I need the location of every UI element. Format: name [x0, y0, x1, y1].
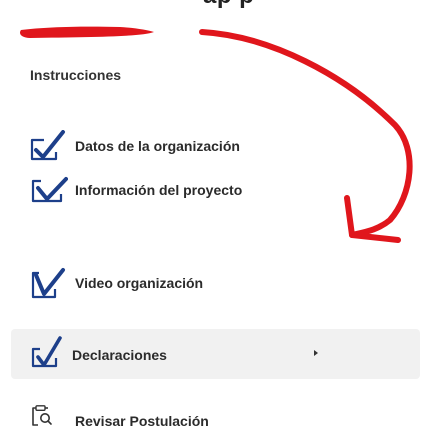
- sidebar-item-declaraciones[interactable]: Declaraciones: [11, 329, 420, 379]
- sidebar-item-label: Revisar Postulación: [75, 413, 209, 429]
- sidebar-item-label: Video organización: [75, 275, 204, 291]
- sidebar-item-datos-organizacion[interactable]: Datos de la organización: [0, 121, 420, 171]
- partial-page-title: ap p: [203, 0, 254, 10]
- cut-off-header: ap p: [0, 0, 433, 20]
- check-box-icon: [31, 336, 62, 368]
- check-box-icon: [30, 130, 65, 161]
- sidebar-item-informacion-proyecto[interactable]: Información del proyecto: [0, 165, 420, 215]
- check-box-icon: [31, 177, 68, 203]
- section-title-instrucciones: Instrucciones: [30, 67, 122, 83]
- sidebar-item-label: Declaraciones: [72, 347, 167, 363]
- sidebar-item-label: Datos de la organización: [75, 138, 240, 154]
- clipboard-search-icon: [32, 405, 52, 426]
- sidebar-item-revisar-postulacion[interactable]: Revisar Postulación: [0, 396, 420, 431]
- page: ap p Instrucciones Datos de la organizac…: [0, 0, 433, 431]
- red-highlight-stroke: [20, 26, 154, 38]
- sidebar-item-label: Información del proyecto: [75, 182, 243, 198]
- sidebar-item-video-organizacion[interactable]: Video organización: [0, 258, 420, 308]
- chevron-right-icon: [314, 350, 318, 356]
- check-box-icon: [31, 268, 65, 299]
